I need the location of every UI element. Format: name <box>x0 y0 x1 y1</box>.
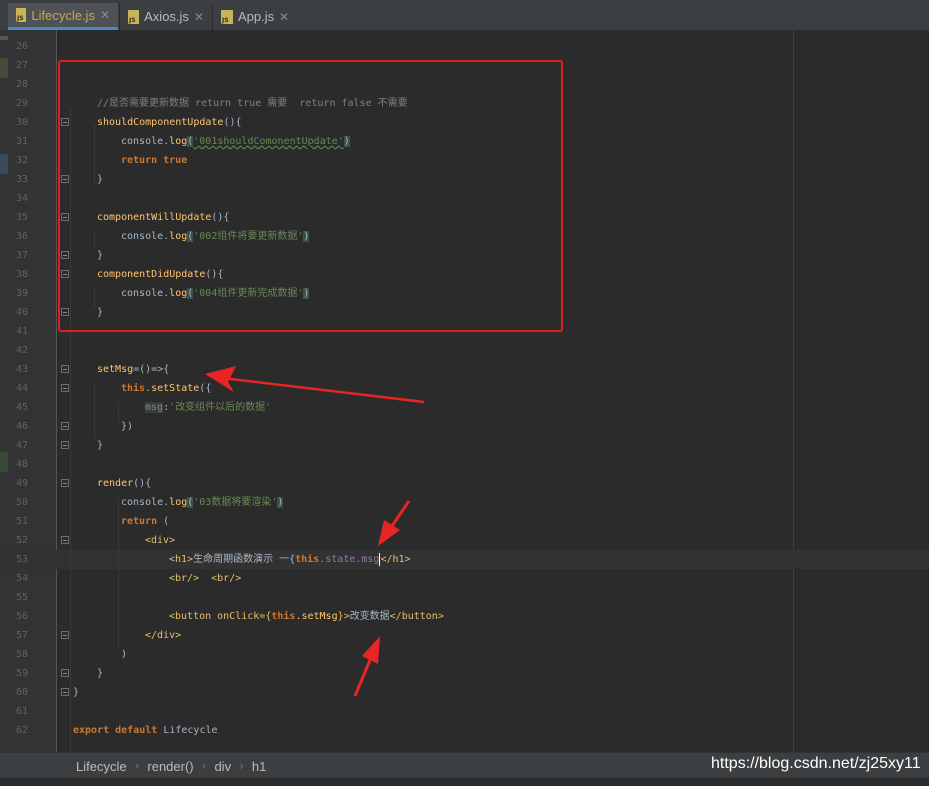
breadcrumb: Lifecycle › render() › div › h1 <box>76 753 266 779</box>
arrow-to-state-msg <box>378 500 411 546</box>
chevron-right-icon: › <box>201 759 207 773</box>
breadcrumb-item[interactable]: h1 <box>252 759 266 774</box>
breadcrumb-item[interactable]: div <box>214 759 231 774</box>
arrow-to-button-text <box>353 636 380 697</box>
watermark: https://blog.csdn.net/zj25xy11 <box>711 755 921 772</box>
chevron-right-icon: › <box>239 759 244 773</box>
chevron-right-icon: › <box>134 759 140 773</box>
breadcrumb-item[interactable]: render() <box>147 759 193 774</box>
breadcrumb-item[interactable]: Lifecycle <box>76 759 127 774</box>
annotation-arrows <box>205 366 425 697</box>
arrow-to-setmsg <box>205 366 425 404</box>
